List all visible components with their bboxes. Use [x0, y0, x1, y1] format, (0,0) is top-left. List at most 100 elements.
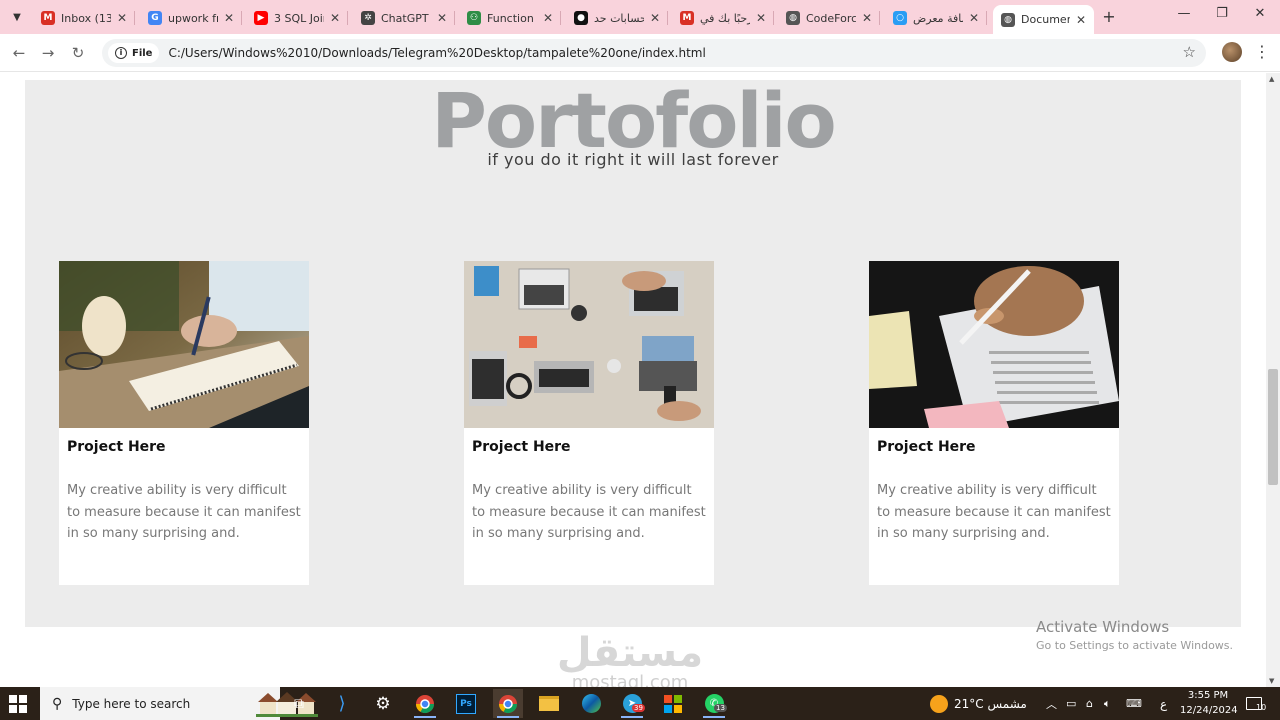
chrome-icon[interactable]: [410, 689, 440, 718]
activate-windows-title: Activate Windows: [1036, 618, 1170, 636]
address-bar[interactable]: i File C:/Users/Windows%2010/Downloads/T…: [102, 39, 1206, 67]
file-explorer-icon[interactable]: [534, 689, 564, 718]
tab-title: 3 SQL Joins: [274, 11, 324, 25]
tab[interactable]: M Inbox (13)✕: [33, 5, 135, 31]
network-icon[interactable]: ⌂: [1086, 687, 1093, 720]
tab[interactable]: M مرحبًا بك في✕: [672, 5, 774, 31]
mostaql-logo: مستقل mostaql.com: [557, 630, 703, 687]
tab-strip: ▼ MInbox (13)✕Gupwork free✕▶3 SQL Joins✕…: [0, 0, 1280, 34]
close-tab-icon[interactable]: ✕: [750, 11, 766, 25]
windows-start-icon[interactable]: [8, 694, 28, 714]
profile-avatar[interactable]: [1222, 42, 1242, 62]
info-icon: i: [115, 47, 127, 59]
browser-toolbar: ← → ↻ i File C:/Users/Windows%2010/Downl…: [0, 34, 1280, 72]
notification-badge: 10: [1256, 703, 1267, 712]
forward-button[interactable]: →: [37, 42, 59, 64]
project-card[interactable]: Project Here My creative ability is very…: [59, 261, 309, 585]
volume-muted-icon[interactable]: 🔈︎: [1104, 687, 1111, 720]
close-tab-icon[interactable]: ✕: [218, 11, 234, 25]
taskbar-search-placeholder: Type here to search: [72, 696, 191, 711]
globe-icon: ◍: [786, 11, 800, 25]
tab-title: مرحبًا بك في: [700, 11, 750, 25]
telegram-icon[interactable]: ➤ 39: [617, 689, 647, 718]
card-title: Project Here: [472, 439, 571, 455]
windows-taskbar: ⚲ Type here to search ⧉ ⟩ ⚙ Ps ➤ 39 ✆ 13…: [0, 687, 1280, 720]
chatgpt-icon: ✲: [361, 11, 375, 25]
sun-weather-icon: [930, 694, 948, 713]
settings-gear-icon[interactable]: ⚙: [368, 689, 398, 718]
back-button[interactable]: ←: [8, 42, 30, 64]
clock-date: 12/24/2024: [1180, 705, 1238, 716]
logo-text: مستقل: [557, 630, 703, 676]
url-text[interactable]: C:/Users/Windows%2010/Downloads/Telegram…: [168, 46, 705, 60]
tab[interactable]: ⚇ Function C✕: [459, 5, 561, 31]
close-tab-icon[interactable]: ✕: [111, 11, 127, 25]
input-language-indicator[interactable]: ع: [1160, 687, 1167, 720]
weather-text: 21°C مشمس: [954, 696, 1027, 711]
tab[interactable]: Gupwork free✕: [140, 5, 242, 31]
task-view-icon[interactable]: ⧉: [284, 689, 314, 718]
tab[interactable]: ○ إضافة معرض✕: [885, 5, 987, 31]
scroll-thumb[interactable]: [1268, 369, 1278, 485]
bookmark-star-icon[interactable]: ☆: [1183, 43, 1196, 61]
close-tab-icon[interactable]: ✕: [856, 11, 872, 25]
tab-title: CodeForces: [806, 11, 856, 25]
tab-search-chevron-icon[interactable]: ▼: [6, 6, 28, 28]
tab[interactable]: ✲ ChatGPT ✕: [353, 5, 455, 31]
tab-title: Inbox (13): [61, 11, 111, 25]
battery-icon[interactable]: ▭: [1066, 687, 1076, 720]
taskbar-clock[interactable]: 3:55 PM 12/24/2024: [1180, 688, 1238, 718]
gmail-icon: M: [41, 11, 55, 25]
clock-time: 3:55 PM: [1187, 690, 1229, 701]
whatsapp-icon[interactable]: ✆ 13: [699, 689, 729, 718]
tab[interactable]: ◍ Document✕: [993, 5, 1094, 34]
tab-title: upwork free: [168, 11, 218, 25]
photoshop-icon[interactable]: Ps: [451, 689, 481, 718]
office-icon[interactable]: [658, 689, 688, 718]
chrome-active-icon[interactable]: [493, 689, 523, 718]
close-tab-icon[interactable]: ✕: [537, 11, 553, 25]
vscode-icon[interactable]: ⟩: [327, 689, 357, 718]
notification-center-icon[interactable]: 10: [1246, 687, 1266, 720]
reload-button[interactable]: ↻: [67, 42, 89, 64]
maximize-button[interactable]: ❐: [1210, 6, 1234, 28]
telegram-badge: 39: [632, 704, 645, 712]
tab[interactable]: ▶ 3 SQL Joins✕: [246, 5, 348, 31]
close-tab-icon[interactable]: ✕: [1070, 13, 1086, 27]
new-tab-button[interactable]: +: [1100, 7, 1118, 27]
show-hidden-icons-chevron-icon[interactable]: ︿: [1046, 687, 1057, 720]
tab[interactable]: ● حسابات حد ✕: [566, 5, 668, 31]
project-card[interactable]: Project Here My creative ability is very…: [464, 261, 714, 585]
gmail-icon: M: [680, 11, 694, 25]
close-tab-icon[interactable]: ✕: [431, 11, 447, 25]
project-image-exam: [869, 261, 1119, 428]
mostaql-icon: ○: [893, 11, 907, 25]
activate-windows-subtitle: Go to Settings to activate Windows.: [1036, 639, 1234, 652]
close-tab-icon[interactable]: ✕: [324, 11, 340, 25]
tab[interactable]: ◍ CodeForces✕: [778, 5, 880, 31]
whatsapp-badge: 13: [714, 704, 727, 712]
scheme-label: File: [132, 47, 153, 59]
project-card[interactable]: Project Here My creative ability is very…: [869, 261, 1119, 585]
taskbar-search-box[interactable]: ⚲ Type here to search: [40, 687, 318, 720]
close-tab-icon[interactable]: ✕: [963, 11, 979, 25]
weather-widget[interactable]: 21°C مشمس: [930, 687, 1027, 720]
keyboard-icon[interactable]: ⌨: [1126, 687, 1142, 720]
vertical-scrollbar[interactable]: ▲ ▼: [1266, 73, 1280, 687]
tab-title: إضافة معرض: [913, 11, 963, 25]
project-image-writing: [59, 261, 309, 428]
card-text: My creative ability is very difficult to…: [877, 483, 1111, 541]
close-window-button[interactable]: ✕: [1248, 6, 1272, 28]
close-tab-icon[interactable]: ✕: [644, 11, 660, 25]
kebab-menu-icon[interactable]: ⋮: [1254, 42, 1270, 64]
card-title: Project Here: [877, 439, 976, 455]
edge-icon[interactable]: [576, 689, 606, 718]
geeksforgeeks-icon: ⚇: [467, 11, 481, 25]
site-info-chip[interactable]: i File: [108, 43, 160, 63]
scroll-up-arrow-icon[interactable]: ▲: [1269, 75, 1274, 83]
card-text: My creative ability is very difficult to…: [472, 483, 706, 541]
scroll-down-arrow-icon[interactable]: ▼: [1269, 677, 1274, 685]
logo-latin: mostaql.com: [572, 672, 689, 687]
google-icon: G: [148, 11, 162, 25]
minimize-button[interactable]: —: [1172, 6, 1196, 28]
